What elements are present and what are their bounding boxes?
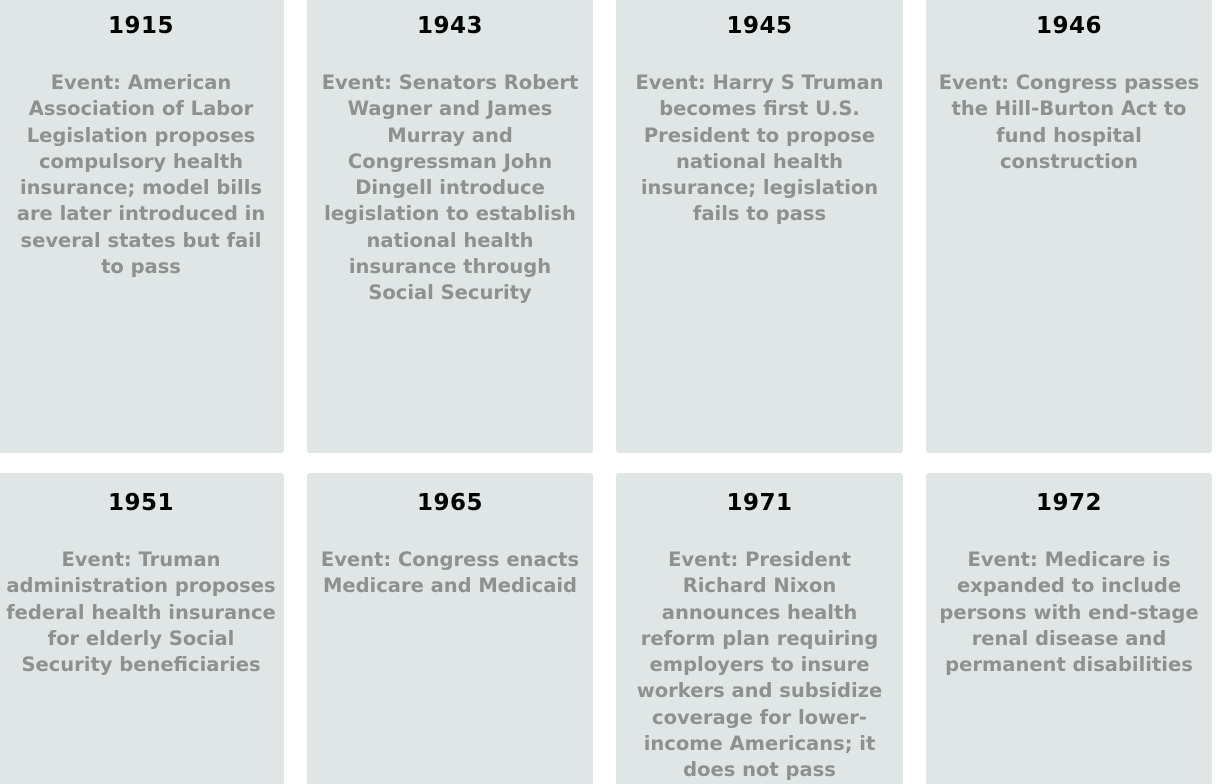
card-year: 1945 (726, 13, 793, 39)
timeline-card-1946: 1946 Event: Congress passes the Hill-Bur… (926, 0, 1212, 453)
card-year: 1965 (416, 490, 483, 516)
card-event: Event: Harry S Truman becomes first U.S.… (635, 71, 884, 226)
card-year: 1943 (416, 13, 483, 39)
timeline-card-1915: 1915 Event: American Association of Labo… (0, 0, 284, 453)
card-event: Event: Congress enacts Medicare and Medi… (320, 548, 580, 598)
card-year: 1972 (1035, 490, 1102, 516)
timeline-card-1943: 1943 Event: Senators Robert Wagner and J… (307, 0, 593, 453)
card-event: Event: Senators Robert Wagner and James … (321, 71, 579, 305)
timeline-card-1972: 1972 Event: Medicare is expanded to incl… (926, 473, 1212, 784)
card-event: Event: Congress passes the Hill-Burton A… (938, 71, 1200, 173)
timeline-card-1945: 1945 Event: Harry S Truman becomes first… (616, 0, 903, 453)
card-year: 1951 (107, 490, 174, 516)
timeline-card-1951: 1951 Event: Truman administration propos… (0, 473, 284, 784)
card-event: Event: Medicare is expanded to include p… (939, 548, 1199, 677)
card-year: 1946 (1035, 13, 1102, 39)
timeline-grid: 1915 Event: American Association of Labo… (0, 0, 1218, 784)
card-year: 1915 (107, 13, 174, 39)
card-event: Event: President Richard Nixon announces… (636, 548, 883, 782)
card-event: Event: Truman administration proposes fe… (6, 548, 276, 677)
card-event: Event: American Association of Labor Leg… (16, 71, 266, 279)
card-year: 1971 (726, 490, 793, 516)
timeline-card-1971: 1971 Event: President Richard Nixon anno… (616, 473, 903, 784)
timeline-card-1965: 1965 Event: Congress enacts Medicare and… (307, 473, 593, 784)
